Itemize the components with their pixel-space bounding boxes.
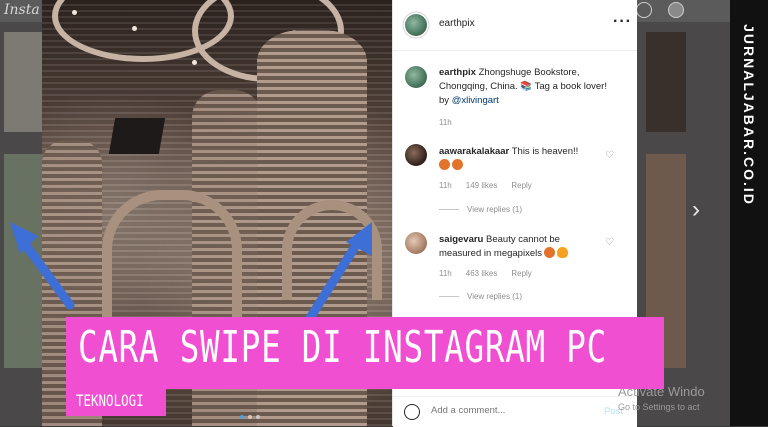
caption-avatar[interactable] — [405, 66, 427, 88]
comment-meta: 11h 149 likes Reply — [439, 181, 532, 190]
category-label[interactable]: TEKNOLOGI — [76, 391, 144, 411]
view-replies-label: View replies (1) — [467, 205, 522, 214]
comment-meta: 11h 463 likes Reply — [439, 269, 532, 278]
emoji-heart-eyes-icon — [452, 159, 463, 170]
author-avatar[interactable] — [405, 14, 427, 36]
activation-subtitle: Go to Settings to act — [618, 402, 700, 412]
comment-username[interactable]: saigevaru — [439, 234, 483, 245]
right-arrow-icon — [305, 222, 372, 323]
emoji-fire-icon — [556, 247, 568, 258]
add-comment-bar: Post — [393, 396, 637, 427]
comment-likes[interactable]: 463 likes — [466, 269, 498, 278]
left-arrow-icon — [10, 222, 75, 310]
post-header: earthpix ··· — [393, 0, 637, 51]
like-comment-heart-icon[interactable]: ♡ — [605, 237, 614, 248]
comment-body: saigevaru Beauty cannot be measured in m… — [439, 233, 599, 261]
divider — [439, 296, 459, 297]
comment-time: 11h — [439, 181, 452, 190]
view-replies-button[interactable]: View replies (1) — [439, 292, 522, 301]
like-comment-heart-icon[interactable]: ♡ — [605, 150, 614, 161]
author-username[interactable]: earthpix — [439, 18, 475, 29]
caption-mention[interactable]: @xlivingart — [452, 95, 499, 106]
more-options-icon[interactable]: ··· — [613, 13, 632, 31]
comment-avatar[interactable] — [405, 232, 427, 254]
emoji-smile-icon[interactable] — [404, 404, 420, 420]
caption-time: 11h — [439, 118, 452, 127]
post-caption: earthpix Zhongshuge Bookstore, Chongqing… — [439, 66, 607, 108]
reply-button[interactable]: Reply — [511, 181, 531, 190]
comment-input[interactable] — [431, 405, 591, 416]
comment-text: This is heaven!! — [511, 146, 579, 157]
windows-activation-notice: Activate Windo Go to Settings to act — [618, 385, 705, 414]
view-replies-button[interactable]: View replies (1) — [439, 205, 522, 214]
emoji-heart-eyes-icon — [543, 247, 555, 258]
comment-avatar[interactable] — [405, 144, 427, 166]
comment-username[interactable]: aawarakalakaar — [439, 146, 509, 157]
comment-time: 11h — [439, 269, 452, 278]
comment-likes[interactable]: 149 likes — [466, 181, 498, 190]
view-replies-label: View replies (1) — [467, 292, 522, 301]
divider — [439, 209, 459, 210]
emoji-heart-eyes-icon — [439, 159, 450, 170]
headline-title: CARA SWIPE DI INSTAGRAM PC — [78, 322, 607, 373]
comment-body: aawarakalakaar This is heaven!! — [439, 145, 599, 173]
reply-button[interactable]: Reply — [511, 269, 531, 278]
caption-username[interactable]: earthpix — [439, 67, 476, 78]
